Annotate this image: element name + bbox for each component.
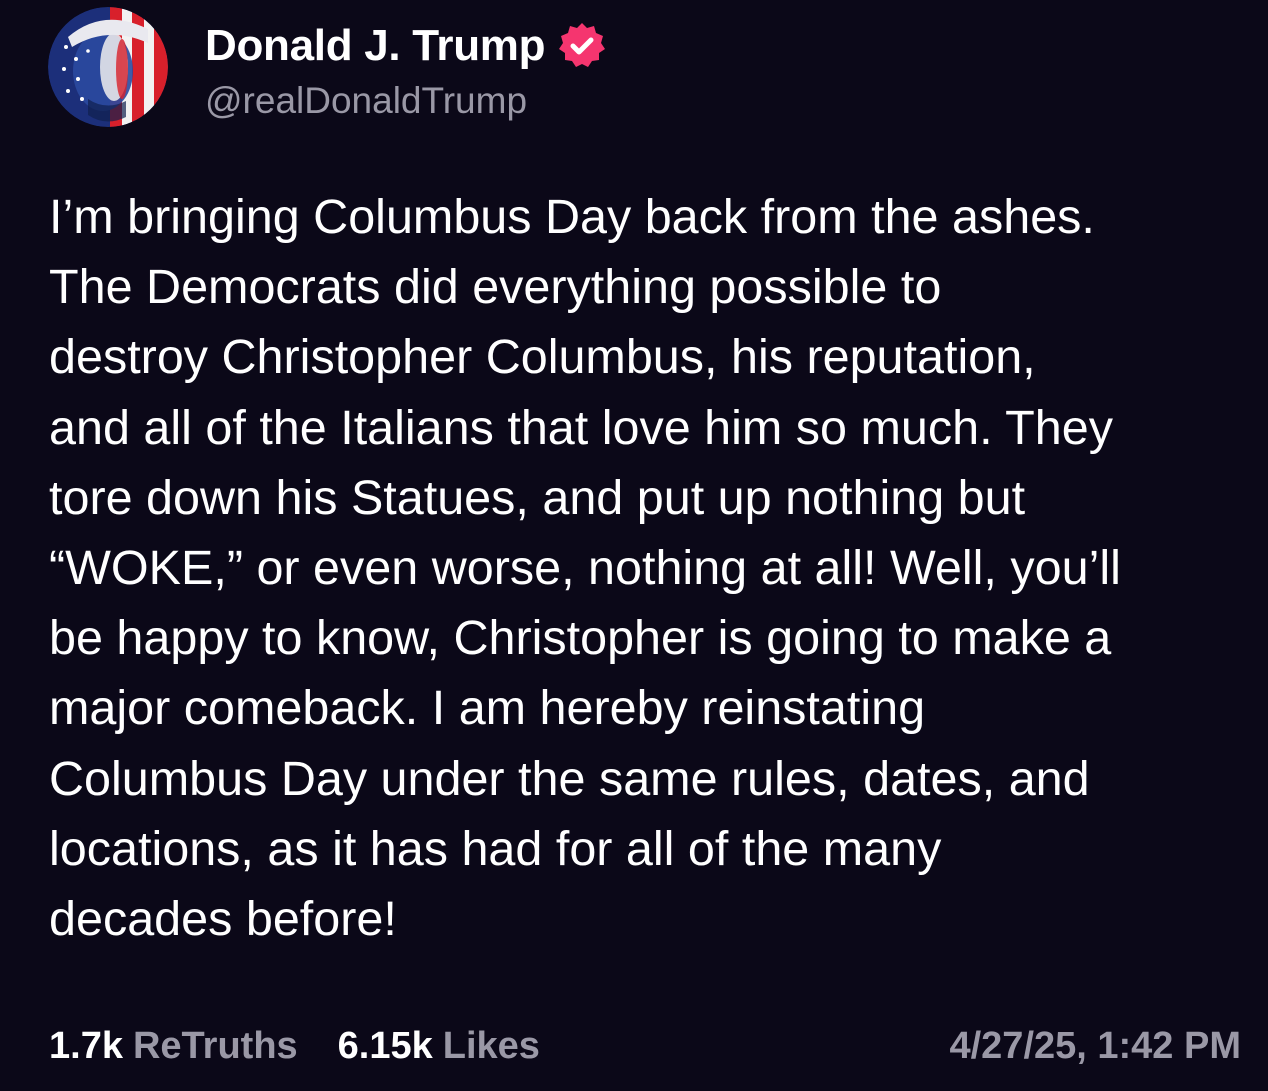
post-text-line: tore down his Statues, and put up nothin… [49,470,1026,525]
likes-stat[interactable]: 6.15k Likes [338,1025,540,1068]
truth-post: Donald J. Trump @realDonaldTrump I’m bri… [0,0,1268,1091]
retruths-stat[interactable]: 1.7k ReTruths [49,1025,298,1068]
post-stats: 1.7k ReTruths 6.15k Likes [49,1020,540,1072]
post-text-line: decades before! [49,892,397,947]
author-display-name[interactable]: Donald J. Trump [205,21,546,71]
post-text-line: and all of the Italians that love him so… [49,400,1113,455]
post-text-line: major comeback. I am hereby reinstating [49,681,926,736]
post-text-line: locations, as it has had for all of the … [49,821,942,876]
post-text-line: be happy to know, Christopher is going t… [49,611,1112,666]
post-text: I’m bringing Columbus Day back from the … [49,182,1249,954]
retruths-count: 1.7k [49,1024,123,1067]
retruths-label: ReTruths [132,1024,298,1067]
post-text-line: Columbus Day under the same rules, dates… [49,751,1090,806]
likes-label: Likes [442,1024,540,1067]
verified-badge-icon [557,21,607,71]
post-text-line: “WOKE,” or even worse, nothing at all! W… [49,541,1121,596]
post-text-line: destroy Christopher Columbus, his reputa… [49,330,1036,385]
flag-portrait-avatar-icon [48,7,168,127]
author-name-row: Donald J. Trump [205,18,607,74]
post-timestamp[interactable]: 4/27/25, 1:42 PM [949,1020,1241,1072]
author-handle[interactable]: @realDonaldTrump [205,80,527,122]
likes-count: 6.15k [337,1024,433,1067]
post-text-line: I’m bringing Columbus Day back from the … [49,190,1095,244]
avatar[interactable] [48,7,168,127]
post-text-line: The Democrats did everything possible to [49,260,942,315]
